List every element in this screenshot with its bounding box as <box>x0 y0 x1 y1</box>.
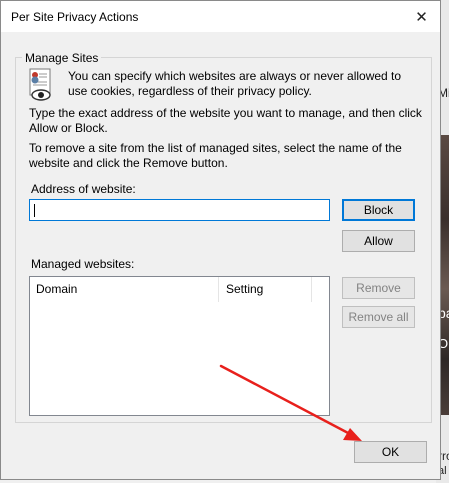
intro-text: You can specify which websites are alway… <box>68 69 402 98</box>
remove-button[interactable]: Remove <box>342 277 415 299</box>
close-button[interactable]: ✕ <box>403 1 440 32</box>
privacy-policy-icon <box>29 68 51 101</box>
column-header-domain[interactable]: Domain <box>30 277 219 302</box>
column-header-setting[interactable]: Setting <box>220 277 312 302</box>
managed-websites-list[interactable]: Domain Setting <box>29 276 330 416</box>
managed-websites-label: Managed websites: <box>31 257 135 271</box>
block-button[interactable]: Block <box>342 199 415 221</box>
address-input[interactable] <box>29 199 330 221</box>
remove-all-button[interactable]: Remove all <box>342 306 415 328</box>
title-bar[interactable]: Per Site Privacy Actions ✕ <box>1 1 440 32</box>
close-icon: ✕ <box>415 8 428 26</box>
instruction-text: Type the exact address of the website yo… <box>29 106 422 135</box>
allow-button[interactable]: Allow <box>342 230 415 252</box>
ok-button[interactable]: OK <box>354 441 427 463</box>
instruction-text: To remove a site from the list of manage… <box>29 141 402 170</box>
dialog-title: Per Site Privacy Actions <box>11 10 139 24</box>
address-label: Address of website: <box>31 182 136 196</box>
group-label: Manage Sites <box>22 51 102 66</box>
text-caret <box>34 204 35 217</box>
